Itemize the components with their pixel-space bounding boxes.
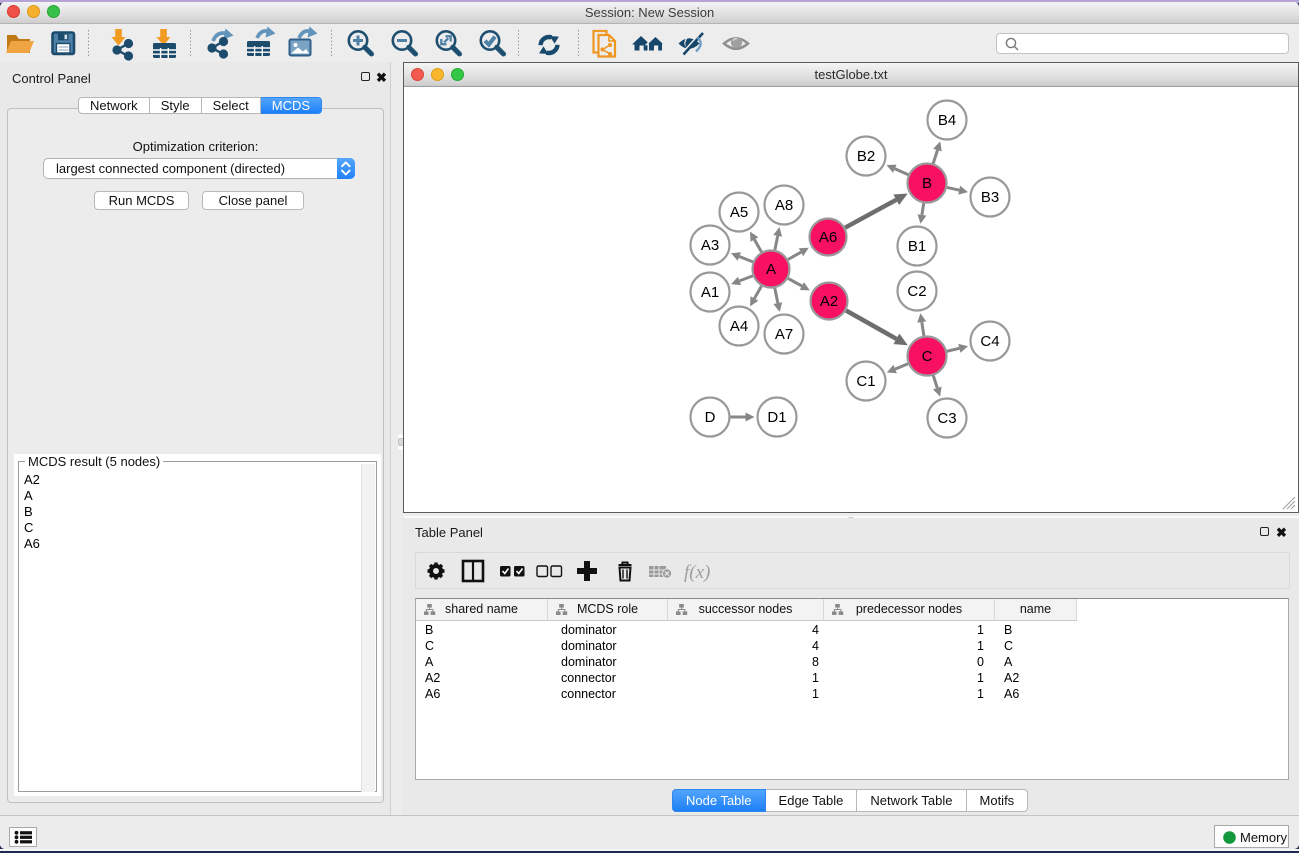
svg-text:A2: A2	[820, 293, 838, 310]
svg-text:A4: A4	[730, 318, 748, 335]
svg-text:D: D	[705, 409, 716, 426]
svg-text:A: A	[766, 261, 776, 278]
svg-text:B: B	[922, 175, 932, 192]
svg-text:C3: C3	[937, 410, 956, 427]
svg-text:A6: A6	[819, 229, 837, 246]
svg-text:A1: A1	[701, 284, 719, 301]
svg-text:A5: A5	[730, 204, 748, 221]
svg-text:B2: B2	[857, 148, 875, 165]
svg-text:D1: D1	[767, 409, 786, 426]
svg-text:C2: C2	[907, 283, 926, 300]
svg-text:C: C	[922, 348, 933, 365]
svg-text:A3: A3	[701, 237, 719, 254]
svg-text:A7: A7	[775, 326, 793, 343]
svg-text:C1: C1	[856, 373, 875, 390]
svg-text:f(x): f(x)	[684, 562, 710, 583]
svg-text:B1: B1	[908, 238, 926, 255]
svg-text:B4: B4	[938, 112, 956, 129]
svg-text:A8: A8	[775, 197, 793, 214]
svg-text:C4: C4	[980, 333, 999, 350]
svg-text:B3: B3	[981, 189, 999, 206]
